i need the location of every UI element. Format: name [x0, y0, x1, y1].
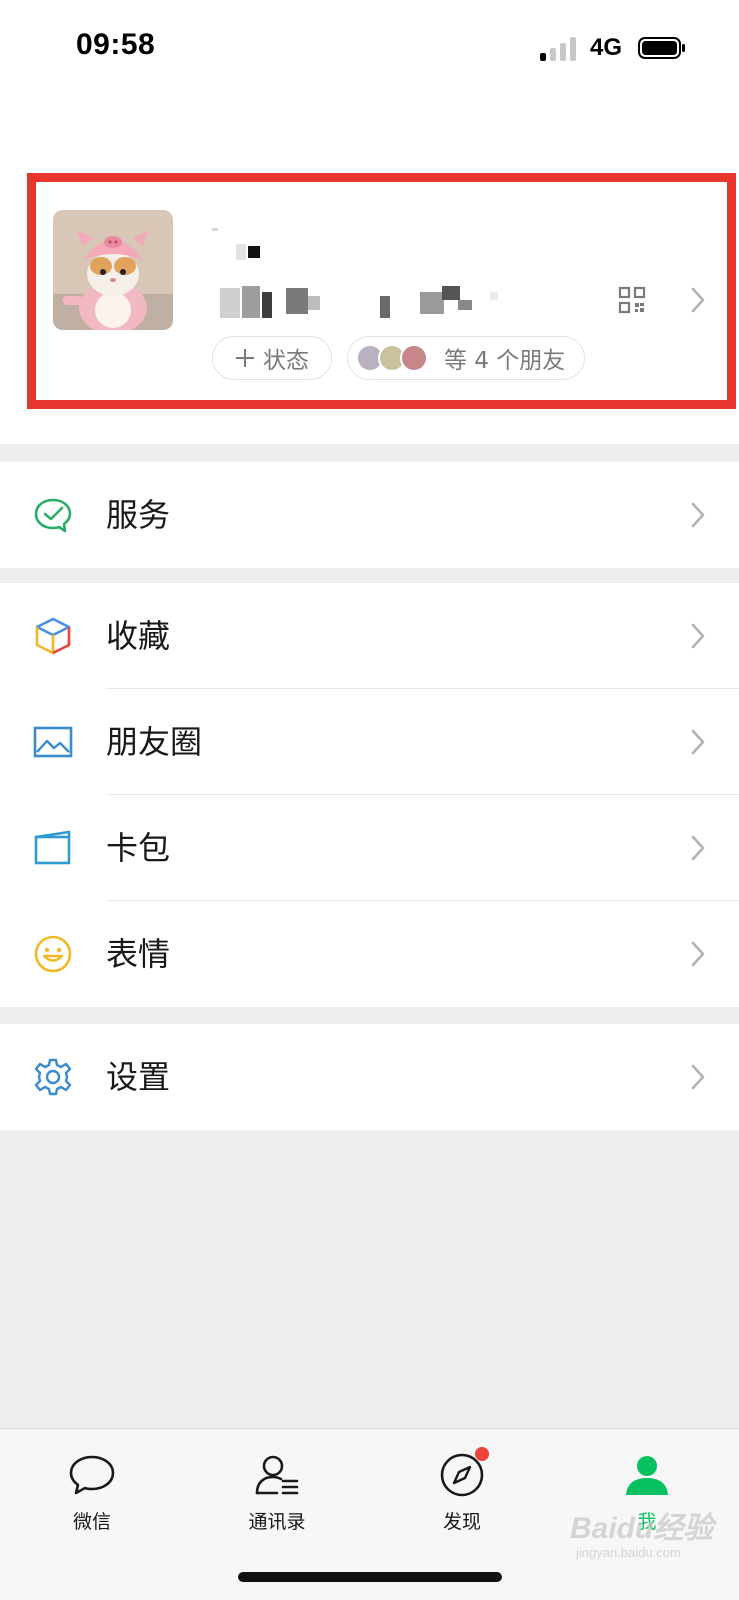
menu-item-services[interactable]: 服务: [0, 462, 739, 568]
smiley-face-icon: [34, 935, 72, 973]
battery-icon: [638, 37, 685, 59]
chevron-right-icon: [691, 1064, 705, 1090]
chat-bubble-icon: [69, 1455, 115, 1495]
clock: 09:58: [76, 28, 156, 61]
tab-label-chats: 微信: [72, 1511, 111, 1533]
menu-item-cards[interactable]: 卡包: [0, 795, 739, 901]
menu-item-settings[interactable]: 设置: [0, 1024, 739, 1130]
tab-label-contacts: 通讯录: [248, 1511, 306, 1533]
menu-item-moments[interactable]: 朋友圈: [0, 689, 739, 795]
moments-image-icon: [33, 726, 73, 758]
watermark-domain: jingyan.baidu.com: [576, 1545, 681, 1560]
contacts-icon: [255, 1455, 299, 1495]
network-type: 4G: [590, 34, 623, 61]
services-icon: [34, 498, 72, 533]
menu-label-stickers: 表情: [106, 935, 171, 973]
person-icon: [626, 1456, 668, 1495]
menu-label-services: 服务: [106, 496, 171, 534]
menu-item-stickers[interactable]: 表情: [0, 901, 739, 1007]
notification-dot: [475, 1447, 489, 1461]
chevron-right-icon: [691, 729, 705, 755]
tab-label-discover: 发现: [442, 1511, 481, 1533]
tab-contacts[interactable]: 通讯录: [222, 1451, 332, 1541]
favorites-cube-icon: [35, 617, 71, 655]
gear-icon: [34, 1058, 72, 1096]
baidu-watermark: Baidu经验 jingyan.baidu.com: [570, 1503, 713, 1560]
chevron-right-icon: [691, 941, 705, 967]
menu-label-cards: 卡包: [106, 829, 171, 867]
menu-group-services: 服务: [0, 462, 739, 568]
tab-discover[interactable]: 发现: [407, 1447, 517, 1541]
menu-item-favorites[interactable]: 收藏: [0, 583, 739, 689]
menu-label-favorites: 收藏: [106, 617, 171, 655]
menu-group-settings: 设置: [0, 1024, 739, 1130]
status-bar: 09:58 4G: [0, 0, 739, 96]
chevron-right-icon: [691, 623, 705, 649]
signal-strength-icon: [540, 37, 580, 61]
menu-group-personal: 收藏 朋友圈 卡包 表情: [0, 583, 739, 1007]
tab-chats[interactable]: 微信: [37, 1451, 147, 1541]
highlight-annotation-box: [27, 173, 736, 409]
card-wallet-icon: [34, 830, 71, 865]
home-indicator[interactable]: [238, 1572, 502, 1582]
watermark-brand: Baidu经验: [570, 1512, 714, 1545]
chevron-right-icon: [691, 502, 705, 528]
menu-label-moments: 朋友圈: [106, 723, 203, 761]
profile-header[interactable]: 状态 等 4 个朋友: [0, 96, 739, 444]
menu-label-settings: 设置: [106, 1058, 171, 1096]
chevron-right-icon: [691, 835, 705, 861]
